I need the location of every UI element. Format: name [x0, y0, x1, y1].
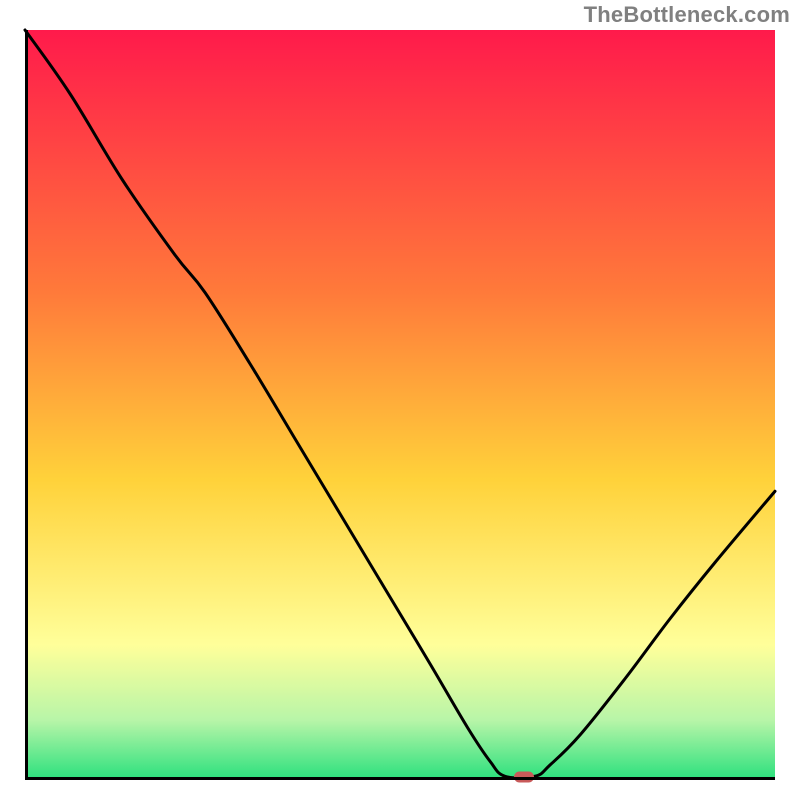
chart-area	[25, 30, 775, 780]
gradient-fill	[25, 30, 775, 780]
watermark-text: TheBottleneck.com	[584, 4, 790, 26]
chart-svg	[25, 30, 775, 780]
optimal-point-marker	[514, 772, 534, 783]
